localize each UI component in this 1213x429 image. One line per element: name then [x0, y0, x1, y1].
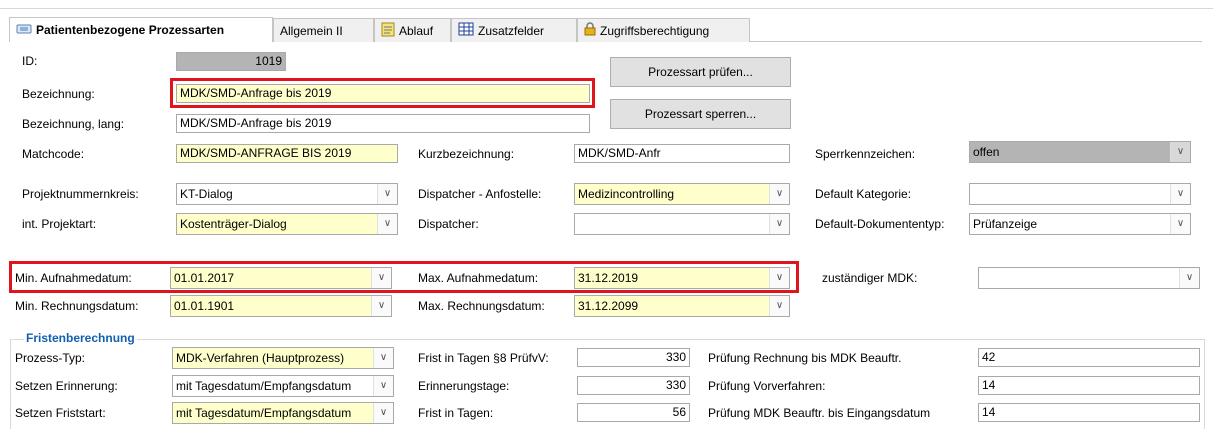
pruefung-vorverfahren-label: Prüfung Vorverfahren: — [708, 379, 826, 393]
prozess-typ-value: MDK-Verfahren (Hauptprozess) — [176, 351, 345, 365]
prozessart-pruefen-button[interactable]: Prozessart prüfen... — [610, 57, 791, 87]
chevron-down-icon[interactable]: ∨ — [373, 403, 393, 423]
tab-label: Patientenbezogene Prozessarten — [36, 23, 225, 37]
tab-zusatzfelder[interactable]: Zusatzfelder — [451, 18, 577, 42]
tab-ablauf[interactable]: Ablauf — [374, 18, 451, 42]
setzen-erinnerung-select[interactable]: mit Tagesdatum/Empfangsdatum ∨ — [172, 375, 394, 397]
frist-8-pruefvv-label: Frist in Tagen §8 PrüfvV: — [418, 351, 549, 365]
chevron-down-icon[interactable]: ∨ — [1179, 268, 1199, 288]
chevron-down-icon[interactable]: ∨ — [769, 184, 789, 204]
frist-in-tagen-label: Frist in Tagen: — [418, 406, 494, 420]
tab-label: Ablauf — [399, 23, 434, 38]
projektart-label: int. Projektart: — [22, 217, 97, 231]
bezeichnung-lang-label: Bezeichnung, lang: — [22, 117, 125, 131]
chevron-down-icon[interactable]: ∨ — [377, 184, 397, 204]
setzen-friststart-label: Setzen Friststart: — [15, 406, 106, 420]
chevron-down-icon[interactable]: ∨ — [769, 214, 789, 234]
pruefung-mdk-beauftr-field[interactable]: 14 — [978, 403, 1200, 422]
default-dokumententyp-label: Default-Dokumententyp: — [815, 217, 945, 231]
projektnummernkreis-select[interactable]: KT-Dialog ∨ — [176, 183, 398, 205]
projektnummernkreis-label: Projektnummernkreis: — [22, 187, 139, 201]
pruefung-vorverfahren-field[interactable]: 14 — [978, 376, 1200, 395]
min-rechnungsdatum-select[interactable]: 01.01.1901 ∨ — [170, 295, 392, 317]
highlight-bezeichnung — [170, 78, 595, 108]
default-kategorie-select[interactable]: ∨ — [969, 183, 1191, 205]
kurzbezeichnung-field[interactable]: MDK/SMD-Anfr — [574, 144, 790, 163]
dispatcher-anfostelle-value: Medizincontrolling — [578, 187, 675, 201]
tab-underline — [750, 41, 1202, 42]
dispatcher-anfostelle-select[interactable]: Medizincontrolling ∨ — [574, 183, 790, 205]
tab-allgemein-ii[interactable]: Allgemein II — [273, 18, 374, 42]
default-dokumententyp-select[interactable]: Prüfanzeige ∨ — [969, 213, 1191, 235]
window-icon — [16, 23, 32, 38]
bezeichnung-lang-field[interactable]: MDK/SMD-Anfrage bis 2019 — [176, 114, 590, 133]
default-dokumententyp-value: Prüfanzeige — [973, 217, 1038, 231]
dispatcher-select[interactable]: ∨ — [574, 213, 790, 235]
projektart-select[interactable]: Kostenträger-Dialog ∨ — [176, 213, 398, 235]
matchcode-field[interactable]: MDK/SMD-ANFRAGE BIS 2019 — [176, 144, 398, 163]
pruefung-rechnung-label: Prüfung Rechnung bis MDK Beauftr. — [708, 351, 902, 365]
grid-icon — [458, 22, 474, 39]
chevron-down-icon[interactable]: ∨ — [769, 296, 789, 316]
prozessart-sperren-button[interactable]: Prozessart sperren... — [610, 99, 791, 129]
dispatcher-label: Dispatcher: — [418, 217, 479, 231]
id-label: ID: — [22, 54, 38, 68]
highlight-aufnahmedatum — [9, 261, 799, 293]
fristenberechnung-title: Fristenberechnung — [24, 330, 137, 346]
setzen-friststart-value: mit Tagesdatum/Empfangsdatum — [176, 406, 352, 420]
top-divider — [0, 8, 1213, 9]
frist-in-tagen-field[interactable]: 56 — [577, 403, 690, 422]
min-rechnungsdatum-label: Min. Rechnungsdatum: — [15, 299, 139, 313]
pruefung-rechnung-field[interactable]: 42 — [978, 348, 1200, 367]
max-rechnungsdatum-select[interactable]: 31.12.2099 ∨ — [574, 295, 790, 317]
projektart-value: Kostenträger-Dialog — [180, 217, 287, 231]
tab-patientenbezogene-prozessarten[interactable]: Patientenbezogene Prozessarten — [9, 17, 273, 42]
matchcode-label: Matchcode: — [22, 147, 85, 161]
tab-label: Zusatzfelder — [478, 23, 545, 38]
chevron-down-icon[interactable]: ∨ — [371, 296, 391, 316]
setzen-friststart-select[interactable]: mit Tagesdatum/Empfangsdatum ∨ — [172, 402, 394, 424]
setzen-erinnerung-value: mit Tagesdatum/Empfangsdatum — [176, 379, 352, 393]
max-rechnungsdatum-value: 31.12.2099 — [578, 299, 639, 313]
sperrkennzeichen-select[interactable]: offen ∨ — [969, 141, 1191, 163]
prozess-typ-select[interactable]: MDK-Verfahren (Hauptprozess) ∨ — [172, 347, 394, 369]
default-kategorie-label: Default Kategorie: — [815, 187, 912, 201]
chevron-down-icon[interactable]: ∨ — [1170, 214, 1190, 234]
chevron-down-icon[interactable]: ∨ — [1170, 142, 1190, 162]
notepad-icon — [381, 22, 395, 40]
max-rechnungsdatum-label: Max. Rechnungsdatum: — [418, 299, 545, 313]
bezeichnung-label: Bezeichnung: — [22, 87, 95, 101]
dispatcher-anfostelle-label: Dispatcher - Anfostelle: — [418, 187, 542, 201]
lock-icon — [584, 22, 596, 39]
projektnummernkreis-value: KT-Dialog — [180, 187, 233, 201]
id-field: 1019 — [176, 52, 286, 71]
chevron-down-icon[interactable]: ∨ — [1170, 184, 1190, 204]
zustaendiger-mdk-label: zuständiger MDK: — [822, 271, 918, 285]
pruefung-mdk-beauftr-label: Prüfung MDK Beauftr. bis Eingangsdatum — [708, 406, 931, 420]
erinnerungstage-field[interactable]: 330 — [577, 376, 690, 395]
chevron-down-icon[interactable]: ∨ — [373, 348, 393, 368]
kurzbezeichnung-label: Kurzbezeichnung: — [418, 147, 515, 161]
sperrkennzeichen-value: offen — [973, 145, 1000, 159]
chevron-down-icon[interactable]: ∨ — [377, 214, 397, 234]
tab-label: Allgemein II — [280, 23, 343, 38]
sperrkennzeichen-label: Sperrkennzeichen: — [815, 147, 916, 161]
prozess-typ-label: Prozess-Typ: — [15, 351, 86, 365]
setzen-erinnerung-label: Setzen Erinnerung: — [15, 379, 118, 393]
tab-label: Zugriffsberechtigung — [600, 23, 710, 38]
chevron-down-icon[interactable]: ∨ — [373, 376, 393, 396]
erinnerungstage-label: Erinnerungstage: — [418, 379, 510, 393]
zustaendiger-mdk-select[interactable]: ∨ — [978, 267, 1200, 289]
tab-zugriffsberechtigung[interactable]: Zugriffsberechtigung — [577, 18, 750, 42]
min-rechnungsdatum-value: 01.01.1901 — [174, 299, 235, 313]
frist-8-pruefvv-field[interactable]: 330 — [577, 348, 690, 367]
